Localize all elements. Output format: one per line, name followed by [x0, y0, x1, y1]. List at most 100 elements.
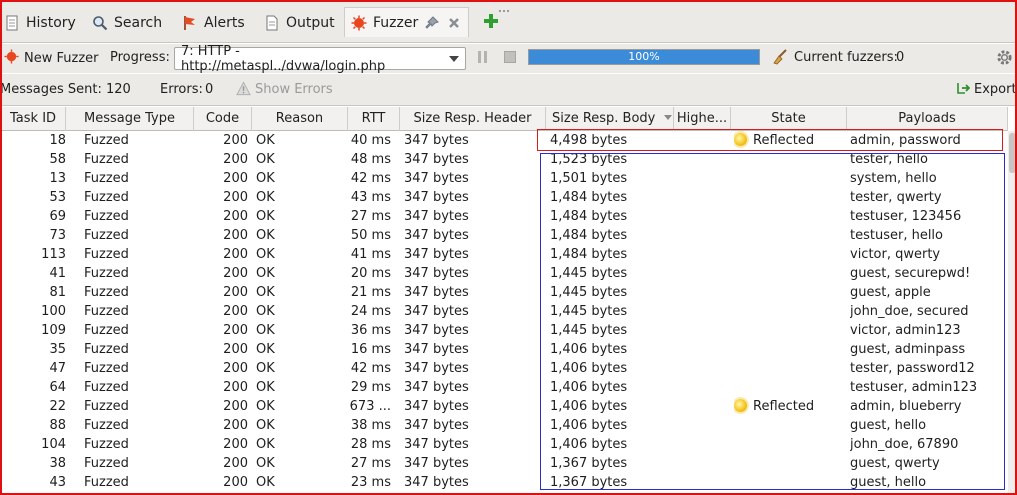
cell-state: [734, 378, 847, 397]
table-row[interactable]: 47 Fuzzed 200 OK 42 ms 347 bytes 1,406 bytes te…: [0, 359, 1008, 378]
table-scrollbar[interactable]: [1008, 131, 1017, 495]
cell-rtt: 27 ms: [350, 209, 391, 224]
cell-code: 200: [223, 247, 248, 262]
cell-reason: OK: [256, 133, 275, 148]
table-row[interactable]: 88 Fuzzed 200 OK 38 ms 347 bytes 1,406 bytes gu…: [0, 416, 1008, 435]
table-row[interactable]: 53 Fuzzed 200 OK 43 ms 347 bytes 1,484 bytes te…: [0, 188, 1008, 207]
cell-state: [734, 226, 847, 245]
cell-message-type: Fuzzed: [84, 190, 129, 205]
cell-payloads: tester, qwerty: [850, 190, 942, 205]
column-header-state[interactable]: State: [731, 107, 847, 131]
cell-message-type: Fuzzed: [84, 304, 129, 319]
table-row[interactable]: 38 Fuzzed 200 OK 27 ms 347 bytes 1,367 bytes gu…: [0, 454, 1008, 473]
cell-size-resp-body: 1,501 bytes: [550, 171, 628, 186]
current-fuzzers-value: 0: [896, 50, 905, 65]
cell-rtt: 43 ms: [350, 190, 391, 205]
progress-fuzzer-select[interactable]: 7: HTTP - http://metaspl../dvwa/login.ph…: [174, 44, 466, 74]
cell-payloads: testuser, admin123: [850, 380, 978, 395]
pin-icon[interactable]: [424, 15, 440, 31]
cell-code: 200: [223, 475, 248, 490]
cell-state: [734, 359, 847, 378]
cell-message-type: Fuzzed: [84, 323, 129, 338]
column-header-payloads[interactable]: Payloads: [847, 107, 1008, 131]
messages-sent-value: 120: [106, 82, 131, 97]
column-header-rtt[interactable]: RTT: [348, 107, 400, 131]
table-row[interactable]: 41 Fuzzed 200 OK 20 ms 347 bytes 1,445 bytes gu…: [0, 264, 1008, 283]
tab-fuzzer[interactable]: Fuzzer: [344, 7, 470, 37]
table-row[interactable]: 73 Fuzzed 200 OK 50 ms 347 bytes 1,484 bytes te…: [0, 226, 1008, 245]
column-header-reason[interactable]: Reason: [252, 107, 348, 131]
cell-size-resp-header: 347 bytes: [404, 456, 469, 471]
column-header-size-resp-body[interactable]: Size Resp. Body: [546, 107, 674, 131]
cell-size-resp-header: 347 bytes: [404, 475, 469, 490]
column-header-size-resp-header[interactable]: Size Resp. Header: [400, 107, 546, 131]
tab-alerts[interactable]: Alerts: [182, 10, 245, 36]
close-icon[interactable]: [446, 15, 462, 31]
cell-highest: [676, 340, 731, 359]
column-header-task-id[interactable]: Task ID: [0, 107, 66, 131]
cell-payloads: guest, apple: [850, 285, 931, 300]
tab-search-label: Search: [114, 15, 163, 31]
column-header-message-type[interactable]: Message Type: [66, 107, 194, 131]
broom-icon[interactable]: [771, 48, 789, 70]
cell-size-resp-header: 347 bytes: [404, 247, 469, 262]
new-fuzzer-label: New Fuzzer: [24, 51, 99, 66]
cell-code: 200: [223, 190, 248, 205]
table-row[interactable]: 64 Fuzzed 200 OK 29 ms 347 bytes 1,406 bytes te…: [0, 378, 1008, 397]
table-row[interactable]: 18 Fuzzed 200 OK 40 ms 347 bytes 4,498 bytes Re…: [0, 131, 1008, 150]
cell-task-id: 41: [49, 266, 66, 281]
cell-size-resp-body: 1,445 bytes: [550, 323, 628, 338]
cell-state: [734, 321, 847, 340]
cell-message-type: Fuzzed: [84, 285, 129, 300]
stop-button[interactable]: [503, 50, 517, 68]
drag-grip-icon[interactable]: [499, 1, 517, 12]
cell-size-resp-header: 347 bytes: [404, 380, 469, 395]
tab-output[interactable]: Output: [264, 10, 335, 36]
table-row[interactable]: 35 Fuzzed 200 OK 16 ms 347 bytes 1,406 bytes gu…: [0, 340, 1008, 359]
table-row[interactable]: 109 Fuzzed 200 OK 36 ms 347 bytes 1,445 bytes v…: [0, 321, 1008, 340]
cell-task-id: 43: [49, 475, 66, 490]
cell-message-type: Fuzzed: [84, 456, 129, 471]
cell-size-resp-header: 347 bytes: [404, 190, 469, 205]
cell-code: 200: [223, 133, 248, 148]
scrollbar-thumb[interactable]: [1009, 133, 1016, 173]
cell-state: [734, 283, 847, 302]
table-row[interactable]: 13 Fuzzed 200 OK 42 ms 347 bytes 1,501 bytes sy…: [0, 169, 1008, 188]
pause-button[interactable]: [476, 50, 490, 68]
cell-payloads: tester, password12: [850, 361, 975, 376]
new-fuzzer-button[interactable]: New Fuzzer: [4, 49, 98, 68]
add-tab-plus-icon[interactable]: [482, 12, 500, 30]
export-button[interactable]: Export: [974, 82, 1017, 97]
cell-size-resp-header: 347 bytes: [404, 209, 469, 224]
cell-payloads: system, hello: [850, 171, 937, 186]
cell-code: 200: [223, 437, 248, 452]
cell-payloads: testuser, hello: [850, 228, 943, 243]
table-row[interactable]: 104 Fuzzed 200 OK 28 ms 347 bytes 1,406 bytes j…: [0, 435, 1008, 454]
table-header: Task ID Message Type Code Reason RTT Siz…: [0, 107, 1008, 131]
table-row[interactable]: 58 Fuzzed 200 OK 48 ms 347 bytes 1,523 bytes te…: [0, 150, 1008, 169]
show-errors-button[interactable]: Show Errors: [255, 82, 333, 97]
tab-history[interactable]: History: [4, 10, 76, 36]
cell-size-resp-body: 1,406 bytes: [550, 380, 628, 395]
table-row[interactable]: 69 Fuzzed 200 OK 27 ms 347 bytes 1,484 bytes te…: [0, 207, 1008, 226]
table-row[interactable]: 113 Fuzzed 200 OK 41 ms 347 bytes 1,484 bytes v…: [0, 245, 1008, 264]
column-header-code[interactable]: Code: [194, 107, 252, 131]
gear-icon[interactable]: [996, 49, 1013, 70]
table-row[interactable]: 100 Fuzzed 200 OK 24 ms 347 bytes 1,445 bytes j…: [0, 302, 1008, 321]
cell-size-resp-body: 1,367 bytes: [550, 456, 628, 471]
tab-alerts-label: Alerts: [204, 15, 245, 31]
cell-state: [734, 473, 847, 492]
history-icon: [4, 15, 20, 31]
cell-task-id: 100: [41, 304, 66, 319]
table-row[interactable]: 43 Fuzzed 200 OK 23 ms 347 bytes 1,367 bytes gu…: [0, 473, 1008, 492]
table-row[interactable]: 22 Fuzzed 200 OK 673 ... 347 bytes 1,406 bytes…: [0, 397, 1008, 416]
tab-search[interactable]: Search: [92, 10, 162, 36]
cell-size-resp-header: 347 bytes: [404, 323, 469, 338]
column-header-highest[interactable]: Highe...: [674, 107, 731, 131]
cell-size-resp-body: 1,523 bytes: [550, 152, 628, 167]
cell-state: Reflected: [734, 131, 847, 150]
cell-reason: OK: [256, 323, 275, 338]
export-icon[interactable]: [956, 80, 971, 100]
table-row[interactable]: 81 Fuzzed 200 OK 21 ms 347 bytes 1,445 bytes gu…: [0, 283, 1008, 302]
cell-message-type: Fuzzed: [84, 209, 129, 224]
